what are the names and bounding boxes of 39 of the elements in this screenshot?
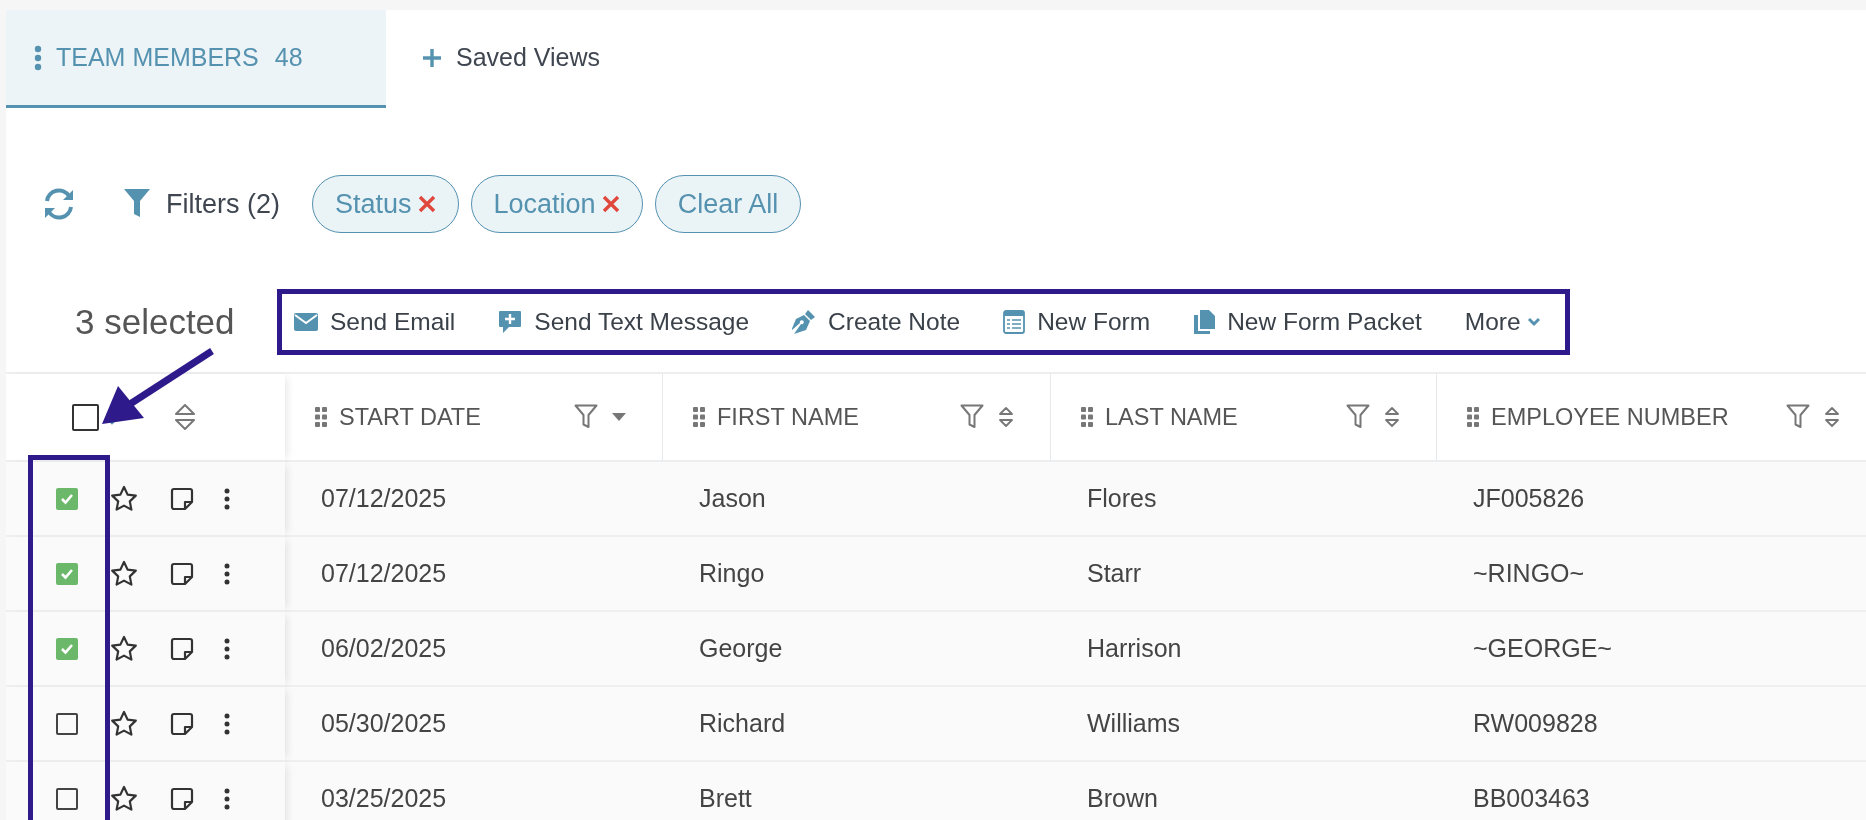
tab-label: TEAM MEMBERS	[56, 43, 259, 72]
table-cell-text: Richard	[698, 709, 786, 738]
more-menu-button[interactable]: More	[1464, 308, 1541, 336]
table-cell-text: Harrison	[1086, 634, 1182, 663]
table-cell-text: 03/25/2025	[320, 784, 447, 813]
filters-button[interactable]: Filters (2)	[124, 188, 280, 220]
table-cell-text: ~GEORGE~	[1472, 634, 1612, 663]
column-header[interactable]: FIRST NAME	[663, 374, 1051, 462]
table-cell-text: 06/02/2025	[320, 634, 447, 663]
action-button[interactable]: Create Note	[792, 308, 961, 336]
table-cell-text: Flores	[1086, 484, 1157, 513]
table-cell-text: JF005826	[1472, 484, 1585, 513]
column-header[interactable]: START DATE	[285, 374, 663, 462]
table-cell-text: 05/30/2025	[320, 709, 447, 738]
table-cell-text: Brett	[698, 784, 752, 813]
table-cell-text: Jason	[698, 484, 766, 513]
column-label: FIRST NAME	[717, 403, 859, 431]
table-cell-text: ~RINGO~	[1472, 559, 1585, 588]
table-cell-text: BB003463	[1472, 784, 1590, 813]
table-cell-text: 07/12/2025	[320, 484, 447, 513]
column-label: EMPLOYEE NUMBER	[1491, 403, 1729, 431]
tab-label: Saved Views	[456, 43, 601, 72]
tab-count: 48	[274, 43, 303, 72]
saved-views-tab[interactable]: Saved Views	[386, 10, 631, 108]
table-cell-text: George	[698, 634, 783, 663]
action-button[interactable]: New Form	[1003, 308, 1151, 336]
column-label: LAST NAME	[1105, 403, 1238, 431]
table-cell-text: 07/12/2025	[320, 559, 447, 588]
column-label: START DATE	[339, 403, 481, 431]
column-header[interactable]: LAST NAME	[1051, 374, 1437, 462]
table-cell-text: RW009828	[1472, 709, 1598, 738]
table-cell-text: Starr	[1086, 559, 1142, 588]
table-cell-text: Williams	[1086, 709, 1181, 738]
action-button[interactable]: Send Email	[294, 308, 456, 336]
table-cell-text: Brown	[1086, 784, 1158, 813]
table-cell-text: Ringo	[698, 559, 765, 588]
action-button[interactable]: New Form Packet	[1193, 308, 1422, 336]
selection-count: 3 selected	[75, 302, 236, 342]
action-button[interactable]: Send Text Message	[498, 308, 750, 336]
